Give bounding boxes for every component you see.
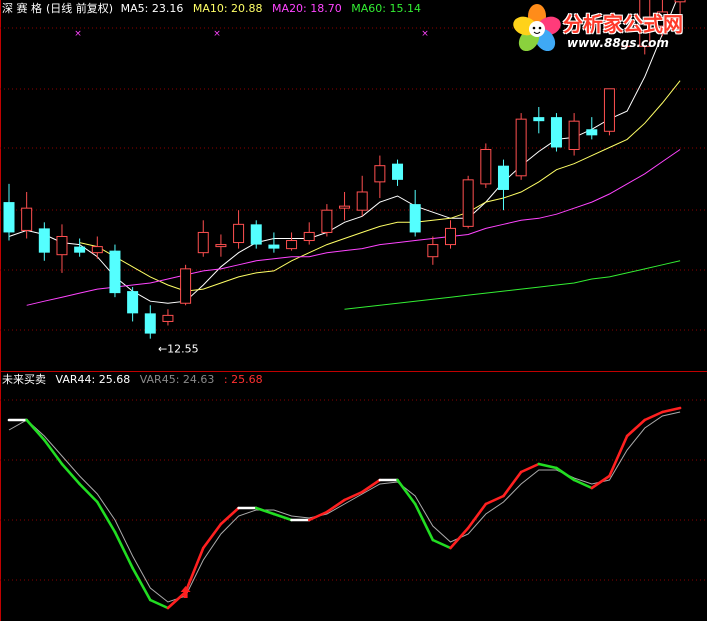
candle-body-up <box>603 88 615 132</box>
site-logo: 分析家公式网 www.88gs.com <box>507 2 699 56</box>
var44-segment <box>184 546 205 594</box>
series-line-ma60 <box>344 260 681 310</box>
var44-segment <box>219 506 240 526</box>
series-line-var45 <box>8 411 681 603</box>
candle-body-down <box>533 117 545 122</box>
var44-segment <box>307 510 329 522</box>
candle-body-down <box>109 250 121 294</box>
var44-segment <box>25 418 46 442</box>
event-marker: × <box>213 29 221 39</box>
event-marker: × <box>421 29 429 39</box>
stock-chart-window: × × × ←12.55 深 赛 格 (日线 前复权) MA5: 23.16 MA10:… <box>0 0 707 621</box>
low-price-label: ←12.55 <box>158 343 199 356</box>
candle-body-up <box>374 165 386 183</box>
candle-body-up <box>233 223 245 244</box>
var44-segment <box>449 526 470 550</box>
var44-segment <box>643 410 664 422</box>
ma20-legend: MA20: 18.70 <box>272 2 342 15</box>
var45-legend: VAR45: 24.63 <box>139 373 215 386</box>
candle-body-down <box>127 291 139 314</box>
var44-legend: VAR44: 25.68 <box>55 373 131 386</box>
ma5-legend: MA5: 23.16 <box>120 2 184 15</box>
flower-logo-icon <box>513 4 561 52</box>
candle-body-up <box>427 244 439 258</box>
candle-body-up <box>356 191 368 211</box>
candle-body-up <box>197 231 209 254</box>
ma10-legend: MA10: 20.88 <box>192 2 263 15</box>
candle-body-up <box>568 120 580 150</box>
logo-title: 分析家公式网 <box>563 12 683 36</box>
main-chart-header: 深 赛 格 (日线 前复权) MA5: 23.16 MA10: 20.88 MA2… <box>2 2 427 16</box>
candle-body-up <box>91 246 103 254</box>
candle-body-up <box>180 268 192 304</box>
candle-body-down <box>497 165 509 190</box>
var44-segment <box>43 438 64 466</box>
var44-segment <box>537 462 558 470</box>
var44-segment <box>78 482 99 504</box>
var44-segment <box>254 506 276 516</box>
var44-segment <box>201 522 223 550</box>
var44-segment <box>625 418 647 438</box>
var44-segment <box>396 478 417 506</box>
var44-segment <box>555 466 576 482</box>
candle-body-up <box>480 148 492 185</box>
ma60-legend: MA60: 15.14 <box>351 2 421 15</box>
candle-body-down <box>268 244 280 249</box>
series-line-ma20 <box>26 149 681 306</box>
candle-body-down <box>392 163 404 180</box>
indicator-header: 未来买卖 VAR44: 25.68 VAR45: 24.63 : 25.68 <box>2 373 269 387</box>
candle-body-up <box>462 179 474 227</box>
candle-body-up <box>21 207 33 231</box>
logo-url: www.88gs.com <box>567 36 669 50</box>
candle-body-up <box>321 209 333 233</box>
period-note: (日线 前复权) <box>46 2 114 15</box>
candle-body-down <box>550 117 562 148</box>
candle-body-up <box>339 205 351 209</box>
var44-segment <box>60 462 81 486</box>
chart-canvas[interactable]: × × × ←12.55 <box>0 0 707 621</box>
var44-segment <box>608 434 629 478</box>
candle-body-down <box>409 204 421 233</box>
candle-body-up <box>56 235 68 256</box>
candle-body-down <box>250 224 262 245</box>
var44-segment <box>431 538 452 550</box>
candle-body-up <box>445 227 456 246</box>
candle-body-up <box>515 118 527 177</box>
signal-value: : 25.68 <box>223 373 263 386</box>
candle-body-down <box>586 129 598 136</box>
indicator-name: 未来买卖 <box>2 373 46 386</box>
var44-segment <box>484 494 505 506</box>
candle-body-up <box>215 244 227 248</box>
stock-name: 深 赛 格 <box>2 2 42 15</box>
candle-body-down <box>38 228 50 253</box>
candle-body-down <box>144 313 156 334</box>
var44-segment <box>661 406 682 414</box>
var44-segment <box>148 598 170 610</box>
candle-body-up <box>286 240 298 250</box>
candle-body-up <box>303 231 315 242</box>
event-marker: × <box>74 29 82 39</box>
candle-body-down <box>3 202 15 233</box>
var44-segment <box>590 474 611 490</box>
var44-segment <box>166 590 187 610</box>
var44-segment <box>519 462 541 474</box>
candle-body-down <box>74 246 86 253</box>
candle-body-up <box>162 314 174 322</box>
